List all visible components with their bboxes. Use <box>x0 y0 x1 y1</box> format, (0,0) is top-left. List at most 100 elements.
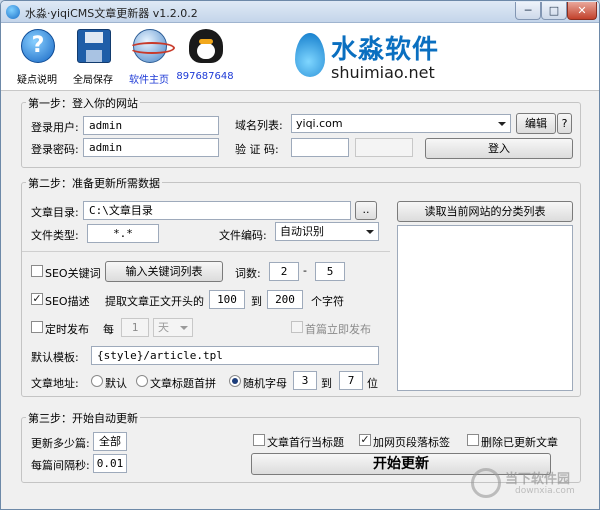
logo-text-en: shuimiao.net <box>331 63 435 82</box>
extract-to-label: 到 <box>251 295 262 308</box>
input-keywords-button[interactable]: 输入关键词列表 <box>105 261 223 282</box>
domain-value: yiqi.com <box>296 117 343 130</box>
address-random-label: 随机字母 <box>243 377 287 390</box>
update-count-input[interactable]: 全部 <box>93 432 127 451</box>
delete-updated-checkbox[interactable] <box>467 434 479 446</box>
extract-label: 提取文章正文开头的 <box>105 295 204 308</box>
floppy-disk-icon <box>77 29 111 63</box>
encoding-select[interactable]: 自动识别 <box>275 222 379 241</box>
category-listbox[interactable] <box>397 225 573 391</box>
digit-label: 位 <box>367 377 378 390</box>
address-pinyin-radio[interactable] <box>136 375 148 387</box>
qq-tool-button[interactable]: 897687648 <box>176 27 234 87</box>
step3-title: 第三步：开始自动更新 <box>26 410 140 426</box>
title-bar[interactable]: 水淼·yiqiCMS文章更新器 v1.2.0.2 ─ □ ✕ <box>1 1 599 23</box>
schedule-label: 定时发布 <box>45 323 89 336</box>
paragraph-tags-label: 加网页段落标签 <box>373 436 450 449</box>
seo-keywords-checkbox[interactable] <box>31 265 43 277</box>
help-icon: ? <box>21 29 55 63</box>
random-to-input[interactable]: 7 <box>339 371 363 390</box>
help-tool-button[interactable]: ? 疑点说明 <box>9 27 65 87</box>
first-line-title-checkbox[interactable] <box>253 434 265 446</box>
brand-logo: 水淼软件 shuimiao.net <box>295 27 445 87</box>
delete-updated-label: 删除已更新文章 <box>481 436 558 449</box>
paragraph-tags-checkbox[interactable]: ✓ <box>359 434 371 446</box>
address-random-radio[interactable] <box>229 375 241 387</box>
count-label: 更新多少篇: <box>31 437 90 450</box>
random-to-label: 到 <box>321 377 332 390</box>
random-from-input[interactable]: 3 <box>293 371 317 390</box>
word-min-input[interactable]: 2 <box>269 262 299 281</box>
interval-label: 每篇间隔秒: <box>31 459 90 472</box>
window-title: 水淼·yiqiCMS文章更新器 v1.2.0.2 <box>25 7 198 20</box>
address-label: 文章地址: <box>31 377 79 390</box>
first-line-title-label: 文章首行当标题 <box>267 436 344 449</box>
logo-text-cn: 水淼软件 <box>331 35 440 65</box>
file-type-input[interactable]: *.* <box>87 224 159 243</box>
close-button[interactable]: ✕ <box>567 2 597 20</box>
edit-domains-button[interactable]: 编辑 <box>516 113 556 134</box>
file-type-label: 文件类型: <box>31 229 79 242</box>
divider <box>22 251 390 252</box>
chars-label: 个字符 <box>311 295 344 308</box>
dir-label: 文章目录: <box>31 206 79 219</box>
schedule-checkbox[interactable] <box>31 321 43 333</box>
download-arrow-icon <box>471 468 501 498</box>
watermark: 当下软件园 downxia.com <box>471 466 591 502</box>
article-dir-input[interactable]: C:\文章目录 <box>83 201 351 220</box>
seo-desc-label: SEO描述 <box>45 295 90 308</box>
captcha-label: 验 证 码: <box>235 143 279 156</box>
minimize-button[interactable]: ─ <box>515 2 541 20</box>
every-label: 每 <box>103 323 114 336</box>
username-input[interactable]: admin <box>83 116 219 135</box>
app-window: 水淼·yiqiCMS文章更新器 v1.2.0.2 ─ □ ✕ ? 疑点说明 全局… <box>0 0 600 510</box>
water-drop-icon <box>295 33 325 77</box>
first-publish-label: 首篇立即发布 <box>305 323 371 336</box>
domain-help-button[interactable]: ? <box>557 113 572 134</box>
word-max-input[interactable]: 5 <box>315 262 345 281</box>
qq-number-label: 897687648 <box>176 71 234 82</box>
template-label: 默认模板: <box>31 351 79 364</box>
save-tool-button[interactable]: 全局保存 <box>65 27 121 87</box>
seo-desc-checkbox[interactable]: ✓ <box>31 293 43 305</box>
homepage-tool-button[interactable]: 软件主页 <box>121 27 177 87</box>
encoding-label: 文件编码: <box>219 229 267 242</box>
read-categories-button[interactable]: 读取当前网站的分类列表 <box>397 201 573 222</box>
domain-select[interactable]: yiqi.com <box>291 114 511 133</box>
chevron-down-icon <box>366 230 374 234</box>
template-input[interactable]: {style}/article.tpl <box>91 346 379 365</box>
schedule-unit-select[interactable]: 天 <box>153 318 193 337</box>
globe-icon <box>129 29 175 63</box>
watermark-text-cn: 当下软件园 <box>505 472 571 487</box>
browse-dir-button[interactable]: .. <box>355 201 377 220</box>
extract-to-input[interactable]: 200 <box>267 290 303 309</box>
maximize-button[interactable]: □ <box>541 2 567 20</box>
interval-input[interactable]: 0.01 <box>93 454 127 473</box>
password-label: 登录密码: <box>31 143 79 156</box>
captcha-image[interactable] <box>355 138 413 157</box>
extract-from-input[interactable]: 100 <box>209 290 245 309</box>
address-default-radio[interactable] <box>91 375 103 387</box>
seo-keywords-label: SEO关键词 <box>45 267 101 280</box>
password-input[interactable]: admin <box>83 138 219 157</box>
watermark-text-en: downxia.com <box>515 486 575 496</box>
schedule-unit-value: 天 <box>158 321 169 334</box>
word-range-dash: - <box>303 264 307 277</box>
domain-label: 域名列表: <box>235 119 283 132</box>
qq-penguin-icon <box>189 29 223 63</box>
toolbar: ? 疑点说明 全局保存 软件主页 897687648 水淼软件 shuimiao… <box>1 23 599 91</box>
login-button[interactable]: 登入 <box>425 138 573 159</box>
encoding-value: 自动识别 <box>280 225 324 238</box>
chevron-down-icon <box>498 122 506 126</box>
address-pinyin-label: 文章标题首拼 <box>150 377 216 390</box>
schedule-every-input[interactable]: 1 <box>121 318 149 337</box>
step1-title: 第一步：登入你的网站 <box>26 95 140 111</box>
chevron-down-icon <box>180 326 188 330</box>
step2-title: 第二步：准备更新所需数据 <box>26 175 162 191</box>
app-icon <box>6 5 20 19</box>
address-default-label: 默认 <box>105 377 127 390</box>
word-count-label: 词数: <box>235 267 261 280</box>
captcha-input[interactable] <box>291 138 349 157</box>
first-publish-checkbox[interactable] <box>291 321 303 333</box>
user-label: 登录用户: <box>31 121 79 134</box>
